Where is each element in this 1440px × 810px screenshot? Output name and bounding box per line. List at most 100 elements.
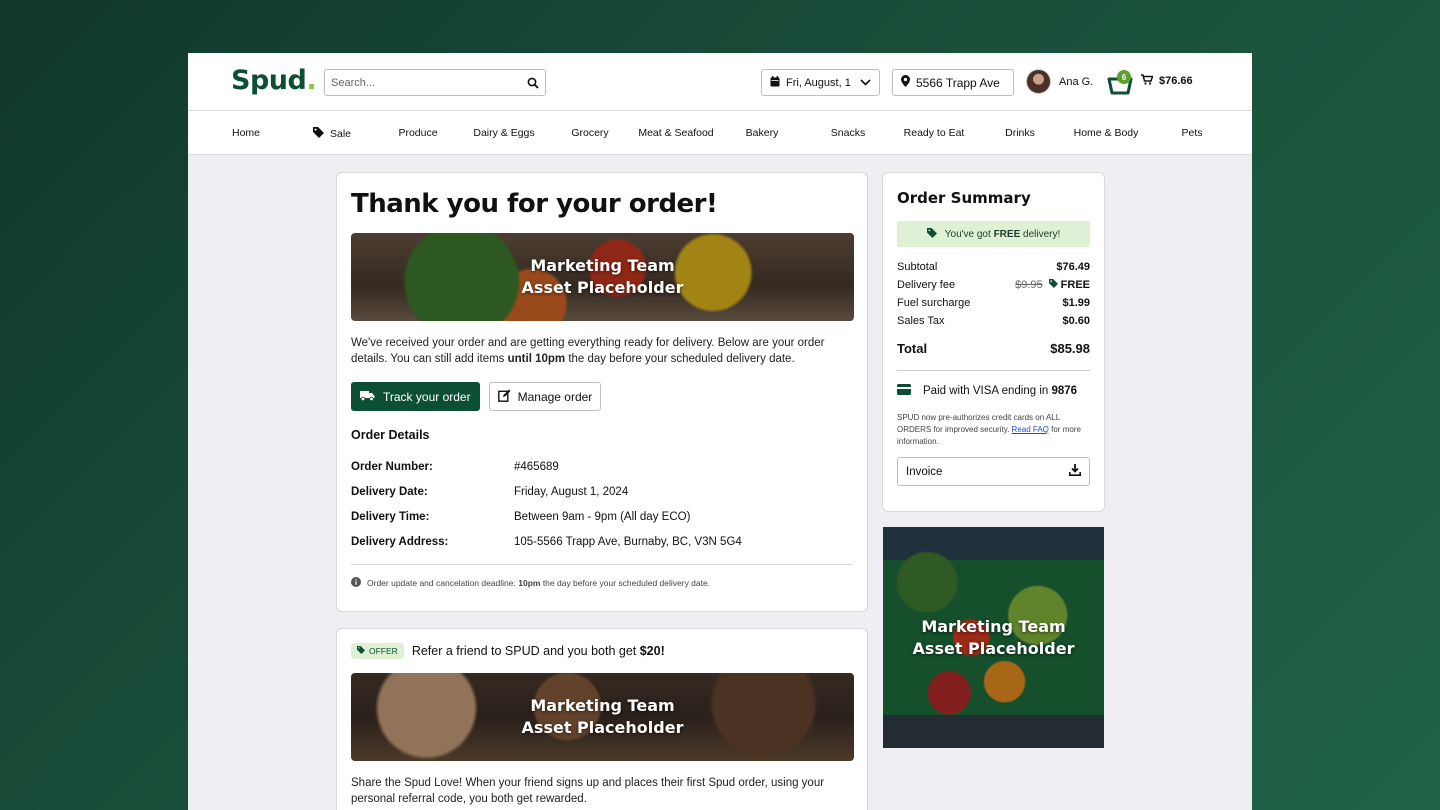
read-faq-link[interactable]: Read FAQ xyxy=(1012,425,1049,434)
calendar-icon xyxy=(770,75,780,90)
logo-text: Spud xyxy=(231,65,307,96)
nav-item-dairy-eggs[interactable]: Dairy & Eggs xyxy=(473,127,534,139)
nav-label: Home xyxy=(231,127,261,139)
basket-button[interactable]: 6 xyxy=(1107,67,1133,95)
subtotal-label: Subtotal xyxy=(897,261,938,273)
deadline-note: Order update and cancelation deadline: 1… xyxy=(351,577,853,589)
cart-icon xyxy=(1141,74,1154,88)
tag-icon xyxy=(357,646,365,656)
nav-label: Bakery xyxy=(745,127,779,139)
delivery-date-selector[interactable]: Fri, August, 1 xyxy=(761,69,880,96)
nav-item-pets[interactable]: Pets xyxy=(1181,127,1202,139)
detail-row: Order Number: #465689 xyxy=(351,454,853,479)
promo-text: Marketing Team Asset Placeholder xyxy=(913,616,1075,660)
info-icon xyxy=(351,577,361,589)
order-details-title: Order Details xyxy=(351,428,430,442)
order-summary-title: Order Summary xyxy=(897,189,1031,207)
nav-label: Grocery xyxy=(571,127,609,139)
tag-icon xyxy=(1048,279,1061,291)
marketing-banner: Marketing Team Asset Placeholder xyxy=(351,233,854,321)
cart-summary[interactable]: $76.66 xyxy=(1141,74,1193,88)
order-actions: Track your order Manage order xyxy=(351,382,853,411)
delivery-fee-label: Delivery fee xyxy=(897,279,956,291)
total-row: Total $85.98 xyxy=(897,338,1090,358)
divider xyxy=(351,564,853,565)
nav-item-snacks[interactable]: Snacks xyxy=(831,127,865,139)
card-last-digits: 9876 xyxy=(1051,385,1078,397)
offer-badge: OFFER xyxy=(351,643,404,659)
banner-line-1: Marketing Team xyxy=(530,696,675,715)
order-confirmation-card: Thank you for your order! Marketing Team… xyxy=(336,172,868,612)
chevron-down-icon xyxy=(860,77,871,89)
banner-text: Marketing Team Asset Placeholder xyxy=(522,695,684,739)
basket-count-badge: 6 xyxy=(1117,70,1131,84)
detail-label: Order Number: xyxy=(351,460,433,473)
detail-label: Delivery Date: xyxy=(351,485,428,498)
offer-header: OFFER Refer a friend to SPUD and you bot… xyxy=(351,643,853,659)
avatar xyxy=(1026,69,1051,94)
tag-icon xyxy=(312,127,324,141)
top-bar: Spud. Fri, August, 1 5566 Trapp Ave Ana … xyxy=(188,53,1252,111)
edit-icon xyxy=(497,389,511,405)
order-summary-card: Order Summary You've got FREE delivery! … xyxy=(882,172,1105,512)
sales-tax-value: $0.60 xyxy=(1062,315,1090,327)
spud-logo[interactable]: Spud. xyxy=(231,65,317,96)
invoice-label: Invoice xyxy=(906,465,943,478)
free-delivery-banner: You've got FREE delivery! xyxy=(897,221,1090,247)
search-icon[interactable] xyxy=(527,77,539,89)
nav-label: Produce xyxy=(398,127,438,139)
nav-item-home-body[interactable]: Home & Body xyxy=(1074,127,1139,139)
user-name: Ana G. xyxy=(1059,75,1094,88)
note-text-end: the day before your scheduled delivery d… xyxy=(540,578,711,588)
detail-row: Delivery Address: 105-5566 Trapp Ave, Bur… xyxy=(351,529,853,554)
manage-order-button[interactable]: Manage order xyxy=(488,382,602,411)
banner-line-2: Asset Placeholder xyxy=(521,278,684,297)
offer-amount: $20! xyxy=(639,644,665,658)
nav-item-grocery[interactable]: Grocery xyxy=(571,127,608,139)
note-text: Order update and cancelation deadline: 1… xyxy=(367,578,710,588)
message-deadline: until 10pm xyxy=(507,353,566,365)
user-menu[interactable]: Ana G. xyxy=(1026,69,1093,94)
promo-line-2: Asset Placeholder xyxy=(912,638,1075,658)
summary-lines: Subtotal $76.49 Delivery fee $9.95 FREE Fue… xyxy=(897,258,1090,330)
detail-row: Delivery Time: Between 9am - 9pm (All day… xyxy=(351,504,853,529)
payment-text-start: Paid with VISA ending in xyxy=(923,385,1052,397)
nav-label: Sale xyxy=(329,128,352,140)
nav-item-home[interactable]: Home xyxy=(232,127,260,139)
nav-item-ready-to-eat[interactable]: Ready to Eat xyxy=(904,127,965,139)
message-text-end: the day before your scheduled delivery d… xyxy=(565,353,795,365)
search-input[interactable] xyxy=(331,76,527,89)
nav-label: Snacks xyxy=(830,127,866,139)
note-text-start: Order update and cancelation deadline: xyxy=(367,578,519,588)
nav-item-sale[interactable]: Sale xyxy=(312,127,352,141)
referral-description: Share the Spud Love! When your friend si… xyxy=(351,777,825,805)
detail-row: Delivery Date: Friday, August 1, 2024 xyxy=(351,479,853,504)
address-text: 5566 Trapp Ave xyxy=(916,75,1000,90)
total-label: Total xyxy=(897,340,928,356)
fuel-surcharge-row: Fuel surcharge $1.99 xyxy=(897,294,1090,312)
nav-item-drinks[interactable]: Drinks xyxy=(1005,127,1035,139)
total-value: $85.98 xyxy=(1050,340,1090,356)
free-text-start: You've got xyxy=(944,228,994,240)
delivery-fee-value: $9.95 FREE xyxy=(1015,279,1090,291)
offer-headline-text: Refer a friend to SPUD and you both get xyxy=(411,644,640,658)
nav-label: Meat & Seafood xyxy=(638,127,714,139)
track-order-button[interactable]: Track your order xyxy=(351,382,480,411)
delivery-fee-original: $9.95 xyxy=(1015,279,1043,291)
nav-item-meat-seafood[interactable]: Meat & Seafood xyxy=(638,127,713,139)
nav-label: Ready to Eat xyxy=(903,127,965,139)
side-promo-image: Marketing Team Asset Placeholder xyxy=(883,527,1104,748)
referral-banner: Marketing Team Asset Placeholder xyxy=(351,673,854,761)
truck-icon xyxy=(360,390,375,404)
delivery-fee-row: Delivery fee $9.95 FREE xyxy=(897,276,1090,294)
invoice-download-button[interactable]: Invoice xyxy=(897,457,1090,486)
banner-line-1: Marketing Team xyxy=(530,256,675,275)
delivery-address-selector[interactable]: 5566 Trapp Ave xyxy=(892,69,1014,96)
nav-item-bakery[interactable]: Bakery xyxy=(746,127,779,139)
preauth-notice: SPUD now pre-authorizes credit cards on … xyxy=(897,412,1090,448)
subtotal-row: Subtotal $76.49 xyxy=(897,258,1090,276)
promo-line-1: Marketing Team xyxy=(921,616,1066,636)
manage-order-label: Manage order xyxy=(517,389,593,404)
nav-item-produce[interactable]: Produce xyxy=(398,127,437,139)
detail-value: Between 9am - 9pm (All day ECO) xyxy=(514,510,691,523)
